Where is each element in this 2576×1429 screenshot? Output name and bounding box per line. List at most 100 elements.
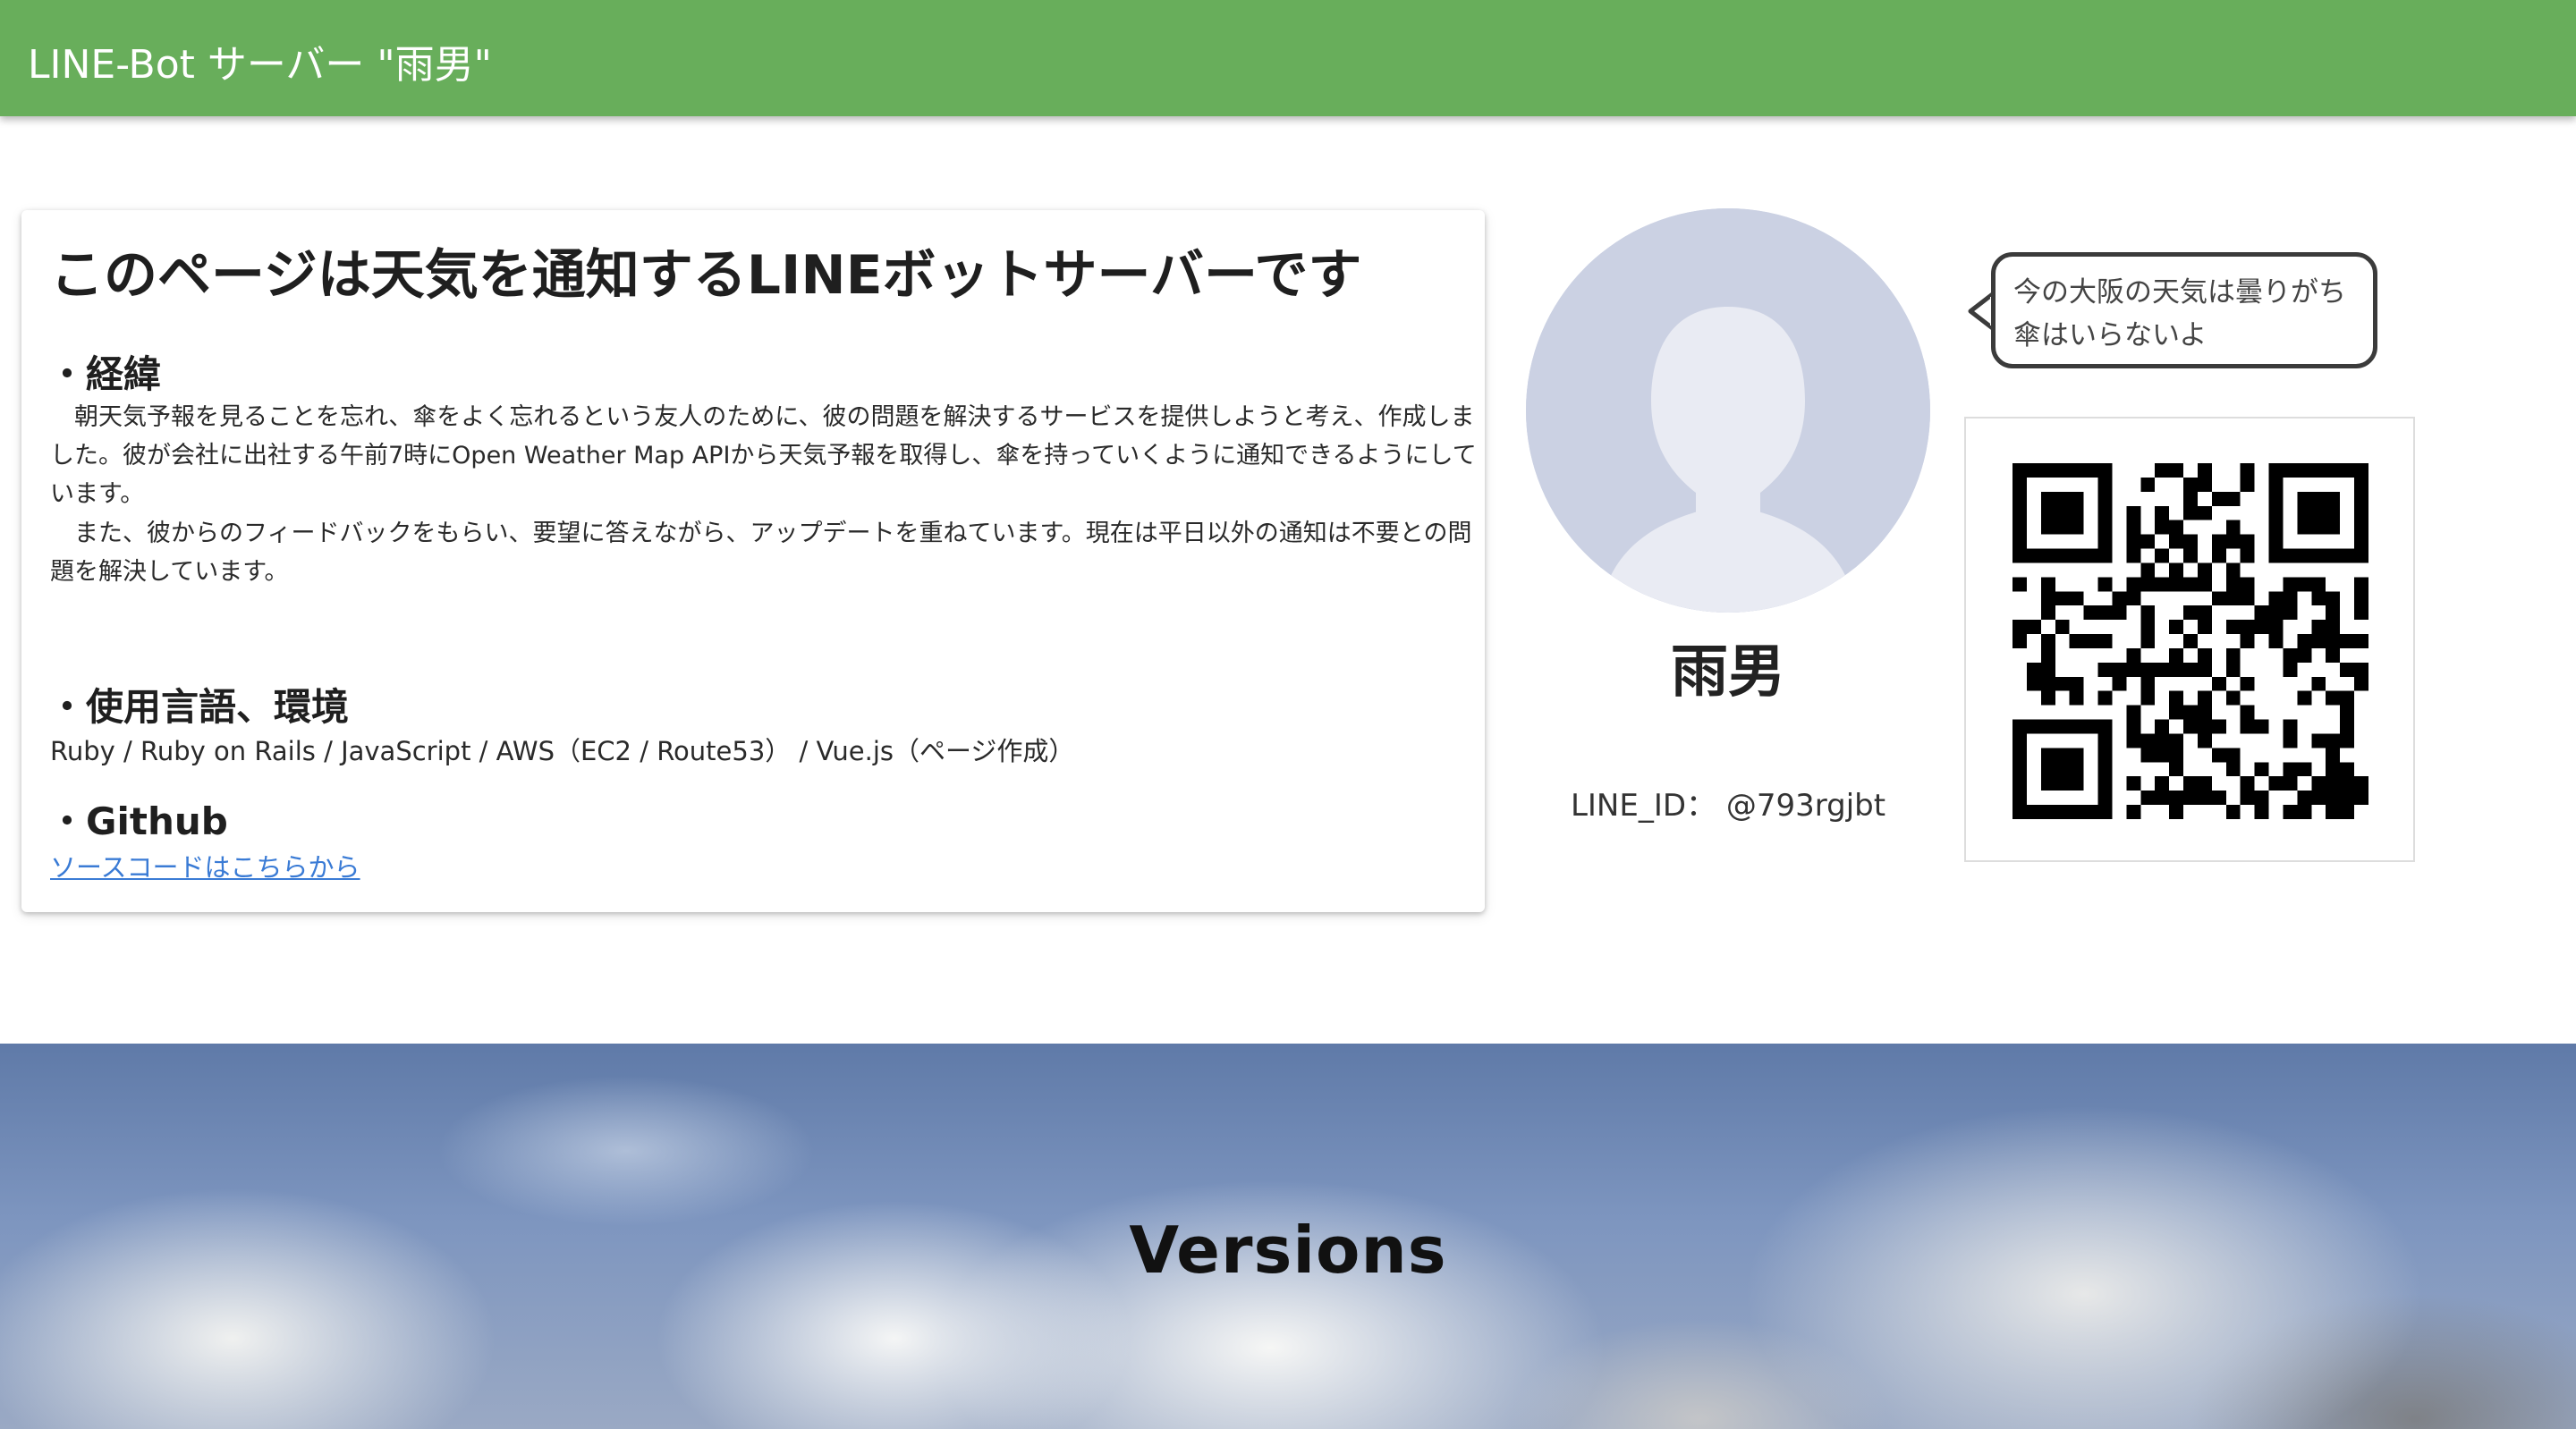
qr-module (2197, 463, 2212, 478)
qr-module (2026, 548, 2041, 563)
qr-module (2283, 647, 2298, 663)
qr-module (2097, 690, 2113, 706)
qr-module (2297, 647, 2312, 663)
qr-module (2297, 762, 2312, 777)
qr-module (2268, 776, 2284, 791)
qr-module (2197, 733, 2212, 748)
qr-module (2040, 505, 2055, 520)
qr-module (2354, 463, 2368, 478)
qr-module (2112, 591, 2127, 606)
qr-module (2326, 463, 2341, 478)
qr-module (2225, 591, 2241, 606)
qr-module (2183, 662, 2198, 677)
qr-module (2326, 647, 2341, 663)
qr-module (2055, 548, 2070, 563)
qr-module (2268, 548, 2284, 563)
qr-module (2297, 548, 2312, 563)
qr-module (2169, 791, 2184, 806)
qr-module (2083, 605, 2098, 621)
qr-module (2069, 805, 2084, 819)
qr-module (2069, 548, 2084, 563)
qr-module (2155, 748, 2170, 763)
qr-module (2097, 634, 2113, 648)
qr-module (2012, 719, 2027, 734)
qr-module (2268, 605, 2284, 621)
qr-module (2097, 463, 2113, 478)
qr-module (2297, 491, 2312, 506)
qr-module (2326, 491, 2341, 506)
source-code-link[interactable]: ソースコードはこちらから (50, 847, 360, 884)
qr-module (2326, 505, 2341, 520)
qr-module (2183, 605, 2198, 621)
qr-module (2083, 548, 2098, 563)
bubble-line-2: 傘はいらないよ (2013, 319, 2207, 351)
qr-module (2040, 719, 2055, 734)
qr-module (2055, 805, 2070, 819)
qr-module (2183, 491, 2198, 506)
qr-module (2326, 690, 2341, 706)
qr-module (2040, 634, 2055, 648)
qr-module (2155, 791, 2170, 806)
qr-module (2268, 620, 2284, 635)
qr-module (2240, 477, 2255, 492)
qr-module (2097, 477, 2113, 492)
qr-module (2340, 690, 2355, 706)
qr-module (2211, 676, 2226, 691)
qr-module (2040, 776, 2055, 791)
qr-module (2340, 719, 2355, 734)
qr-module (2283, 719, 2298, 734)
qr-module (2097, 791, 2113, 806)
intro-card: このページは天気を通知するLINEボットサーバーです ・経緯 朝天気予報を見るこ… (21, 210, 1485, 912)
qr-module (2197, 577, 2212, 592)
app-bar: LINE-Bot サーバー "雨男" (0, 0, 2576, 116)
qr-module (2069, 762, 2084, 777)
qr-module (2183, 791, 2198, 806)
qr-module (2097, 505, 2113, 520)
qr-module (2140, 662, 2156, 677)
page-title: このページは天気を通知するLINEボットサーバーです (50, 244, 1362, 307)
qr-module (2169, 690, 2184, 706)
qr-module (2040, 647, 2055, 663)
qr-module (2297, 505, 2312, 520)
qr-module (2354, 676, 2368, 691)
speech-bubble: 今の大阪の天気は曇りがち 傘はいらないよ (1991, 252, 2377, 368)
qr-module (2254, 762, 2269, 777)
qr-module (2240, 634, 2255, 648)
user-silhouette-icon (1526, 208, 1930, 613)
qr-module (2197, 605, 2212, 621)
qr-module (2012, 548, 2027, 563)
qr-module (2126, 577, 2141, 592)
qr-module (2055, 620, 2070, 635)
qr-module (2326, 762, 2341, 777)
env-text: Ruby / Ruby on Rails / JavaScript / AWS（… (50, 736, 1075, 766)
qr-module (2140, 748, 2156, 763)
qr-module (2155, 548, 2170, 563)
qr-module (2197, 647, 2212, 663)
qr-module (2155, 520, 2170, 535)
qr-module (2140, 676, 2156, 691)
qr-module (2225, 577, 2241, 592)
qr-module (2126, 505, 2141, 520)
qr-module (2225, 662, 2241, 677)
qr-module (2311, 491, 2326, 506)
profile-name: 雨男 (1671, 639, 1785, 706)
qr-module (2012, 791, 2027, 806)
qr-module (2211, 748, 2226, 763)
qr-module (2012, 776, 2027, 791)
qr-module (2040, 591, 2055, 606)
qr-module (2240, 791, 2255, 806)
qr-module (2097, 605, 2113, 621)
qr-module (2169, 520, 2184, 535)
qr-module (2012, 534, 2027, 549)
qr-module (2012, 491, 2027, 506)
qr-module (2097, 776, 2113, 791)
qr-module (2311, 733, 2326, 748)
qr-module (2354, 776, 2368, 791)
background-paragraph-2: また、彼からのフィードバックをもらい、要望に答えながら、アップデートを重ねていま… (50, 520, 1472, 586)
qr-module (2354, 534, 2368, 549)
qr-module (2240, 577, 2255, 592)
qr-module (2126, 647, 2141, 663)
qr-module (2126, 776, 2141, 791)
qr-module (2012, 733, 2027, 748)
qr-module (2126, 805, 2141, 819)
